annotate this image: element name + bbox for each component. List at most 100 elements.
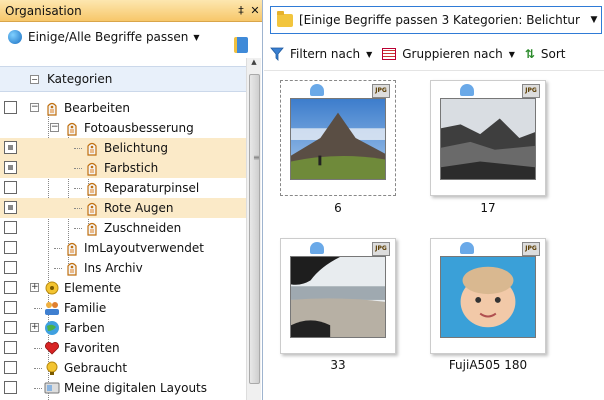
- tree-connector: [34, 388, 42, 389]
- photo-rocks: [440, 98, 536, 180]
- match-filter-dropdown[interactable]: Einige/Alle Begriffe passen ▼: [0, 22, 262, 52]
- tree-item[interactable]: Favoriten: [0, 338, 246, 358]
- expand-icon[interactable]: +: [30, 283, 39, 292]
- tree-connector: [34, 308, 42, 309]
- tree-item[interactable]: + Elemente: [0, 278, 246, 298]
- tree-item-checkbox[interactable]: [4, 381, 17, 394]
- scroll-up-icon[interactable]: ▲: [247, 58, 261, 72]
- heart-icon: [44, 340, 60, 356]
- jpg-badge-icon: JPG: [522, 84, 540, 98]
- tree-connector: [34, 368, 42, 369]
- group-grid-icon: [382, 48, 397, 60]
- tree-item-checkbox[interactable]: [4, 361, 17, 374]
- pin-tag-icon: [310, 242, 324, 254]
- tree-item[interactable]: Reparaturpinsel: [0, 178, 246, 198]
- tree-item-checkbox[interactable]: [4, 201, 17, 214]
- tree-item[interactable]: ImLayoutverwendet: [0, 238, 246, 258]
- tree-item[interactable]: Zuschneiden: [0, 218, 246, 238]
- photo-thumbnail[interactable]: JPG: [280, 80, 396, 196]
- tree-item-label: Bearbeiten: [64, 101, 130, 115]
- tree-item-checkbox[interactable]: [4, 281, 17, 294]
- chevron-down-icon: ▼: [193, 32, 200, 42]
- tree-item-checkbox[interactable]: [4, 141, 17, 154]
- tree-item[interactable]: Rote Augen: [0, 198, 246, 218]
- tree-item[interactable]: − Fotoausbesserung: [0, 118, 246, 138]
- categories-header[interactable]: − Kategorien: [0, 66, 246, 92]
- pin-icon[interactable]: ‡: [234, 4, 248, 17]
- tree-item-checkbox[interactable]: [4, 321, 17, 334]
- book-icon[interactable]: [234, 37, 248, 53]
- tree-item[interactable]: Belichtung: [0, 138, 246, 158]
- close-icon[interactable]: ✕: [248, 4, 262, 17]
- pin-tag-icon: [460, 242, 474, 254]
- sort-button[interactable]: ⇅ Sort: [525, 47, 566, 61]
- funnel-icon: [270, 47, 284, 61]
- tree-item-checkbox[interactable]: [4, 301, 17, 314]
- tree-item-checkbox[interactable]: [4, 261, 17, 274]
- tree-item[interactable]: − Bearbeiten: [0, 98, 246, 118]
- tree-item[interactable]: Ins Archiv: [0, 258, 246, 278]
- pin-tag-icon: [310, 84, 324, 96]
- group-button[interactable]: Gruppieren nach ▼: [382, 47, 515, 61]
- collapse-icon[interactable]: −: [50, 123, 59, 132]
- filter-button[interactable]: Filtern nach ▼: [270, 47, 372, 61]
- expand-icon[interactable]: +: [30, 323, 39, 332]
- category-tag-icon: [64, 260, 80, 276]
- tree-connector: [74, 208, 82, 209]
- tree-item-checkbox[interactable]: [4, 181, 17, 194]
- search-path-text: [Einige Begriffe passen 3 Kategorien: Be…: [299, 13, 580, 27]
- tree-item-label: Belichtung: [104, 141, 169, 155]
- tree-scrollbar[interactable]: ▲ ≡: [246, 58, 261, 400]
- jpg-badge-icon: JPG: [372, 84, 390, 98]
- photo-mountain: [290, 98, 386, 180]
- scrollbar-thumb[interactable]: ≡: [249, 74, 260, 384]
- tree-connector: [74, 228, 82, 229]
- tree-item[interactable]: + Farben: [0, 318, 246, 338]
- collapse-icon[interactable]: −: [30, 103, 39, 112]
- categories-header-label: Kategorien: [47, 72, 113, 86]
- photo-thumbnail[interactable]: JPG: [280, 238, 396, 354]
- tree-item[interactable]: Farbstich: [0, 158, 246, 178]
- tree-item-label: Meine digitalen Layouts: [64, 381, 208, 395]
- tree-item[interactable]: Familie: [0, 298, 246, 318]
- organisation-panel: Organisation ‡ ✕ Einige/Alle Begriffe pa…: [0, 0, 263, 400]
- tree-item-label: Rote Augen: [104, 201, 174, 215]
- tree-item-label: Farben: [64, 321, 105, 335]
- photo-thumbnail[interactable]: JPG: [430, 80, 546, 196]
- thumbnail-caption: 17: [480, 201, 496, 215]
- tree-item[interactable]: Gebraucht: [0, 358, 246, 378]
- category-tag-icon: [64, 120, 80, 136]
- collapse-icon[interactable]: −: [30, 74, 39, 84]
- tree-item-label: Favoriten: [64, 341, 120, 355]
- tree-item[interactable]: Meine digitalen Layouts: [0, 378, 246, 398]
- tree-item-label: ImLayoutverwendet: [84, 241, 204, 255]
- chevron-down-icon[interactable]: ▼: [587, 15, 601, 25]
- category-tag-icon: [44, 100, 60, 116]
- category-tag-icon: [84, 220, 100, 236]
- tree-item-label: Fotoausbesserung: [84, 121, 194, 135]
- toolbar-divider: [264, 70, 604, 71]
- search-path-bar[interactable]: [Einige Begriffe passen 3 Kategorien: Be…: [270, 6, 602, 34]
- tree-item-checkbox[interactable]: [4, 241, 17, 254]
- layouts-icon: [44, 380, 60, 396]
- chevron-down-icon: ▼: [508, 49, 515, 59]
- media-browser: [Einige Begriffe passen 3 Kategorien: Be…: [264, 0, 604, 400]
- tree-item-label: Elemente: [64, 281, 122, 295]
- panel-title: Organisation: [5, 3, 82, 18]
- tree-item-label: Familie: [64, 301, 107, 315]
- tree-connector: [74, 188, 82, 189]
- jpg-badge-icon: JPG: [522, 242, 540, 256]
- tree-item-label: Gebraucht: [64, 361, 128, 375]
- photo-thumbnail[interactable]: JPG: [430, 238, 546, 354]
- tree-item-checkbox[interactable]: [4, 221, 17, 234]
- family-icon: [44, 300, 60, 316]
- tree-item-label: Zuschneiden: [104, 221, 182, 235]
- tree-item-checkbox[interactable]: [4, 341, 17, 354]
- tree-connector: [34, 348, 42, 349]
- filter-label: Filtern nach: [290, 47, 361, 61]
- pin-tag-icon: [460, 84, 474, 96]
- sort-label: Sort: [540, 47, 566, 61]
- tree-item-checkbox[interactable]: [4, 101, 17, 114]
- tree-item-checkbox[interactable]: [4, 161, 17, 174]
- tree-item-label: Ins Archiv: [84, 261, 143, 275]
